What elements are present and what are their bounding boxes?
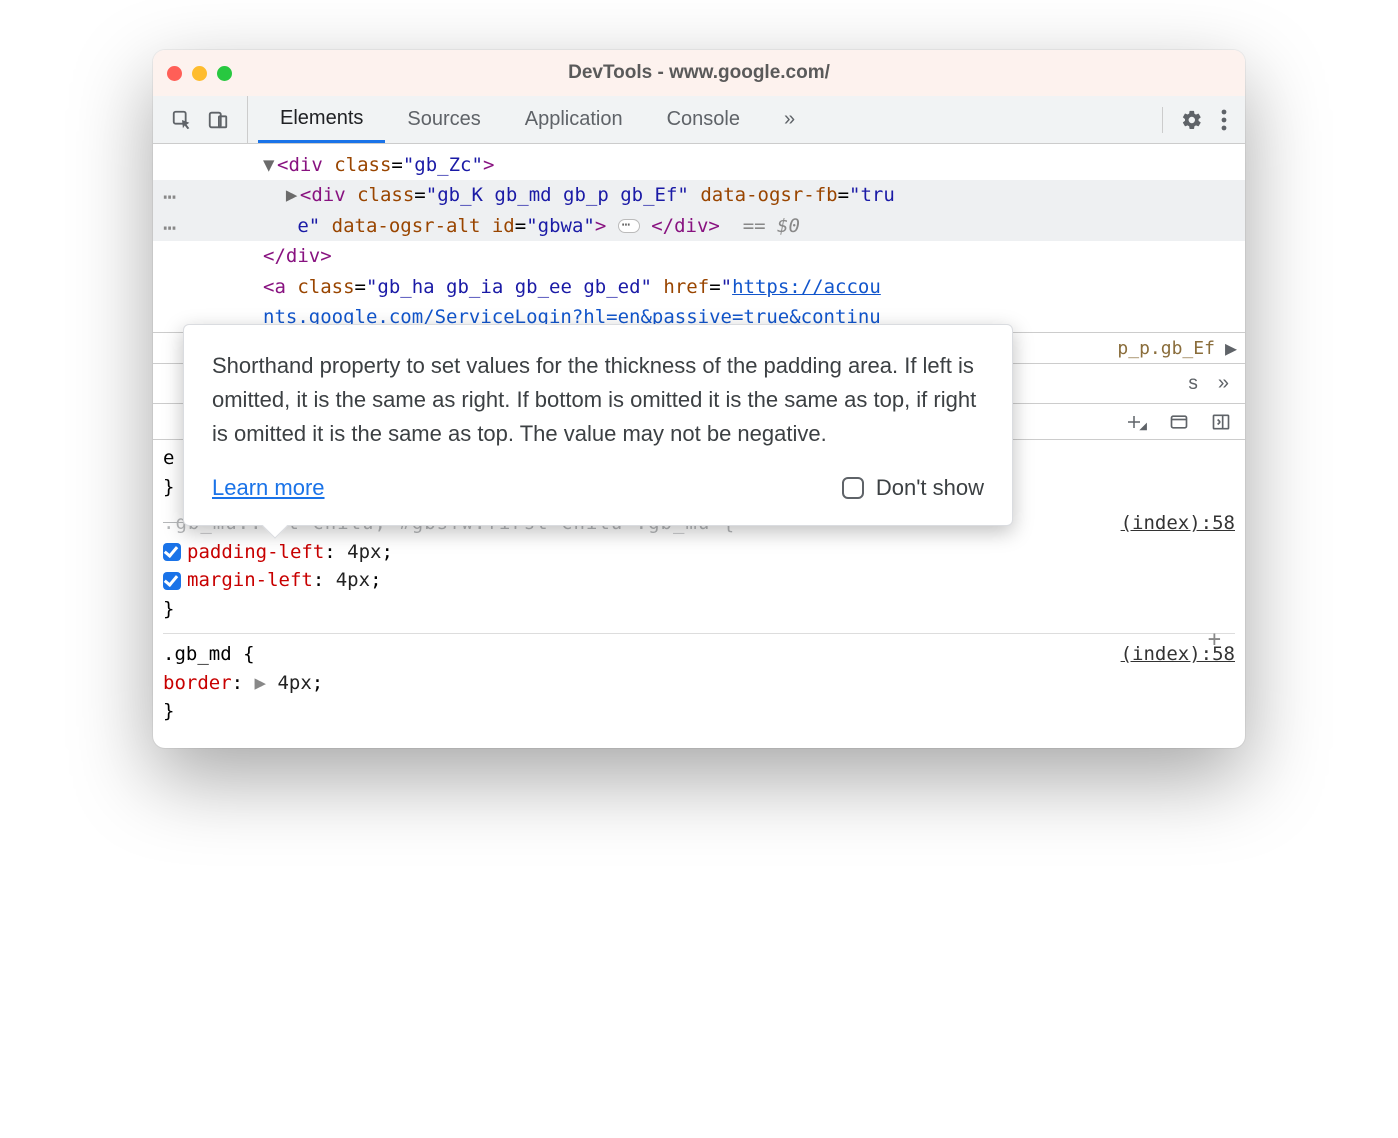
- traffic-lights: [167, 66, 232, 81]
- tab-sources[interactable]: Sources: [385, 96, 502, 143]
- devtools-window: DevTools - www.google.com/ Elements Sour…: [153, 50, 1245, 748]
- breadcrumb-item[interactable]: p_p.gb_Ef: [1117, 338, 1215, 359]
- dom-node-selected[interactable]: ▶<div class="gb_K gb_md gb_p gb_Ef" data…: [153, 180, 1245, 210]
- dont-show-label: Don't show: [876, 471, 984, 505]
- add-property-icon[interactable]: +: [1208, 623, 1221, 656]
- close-window-button[interactable]: [167, 66, 182, 81]
- tabs-overflow-icon[interactable]: »: [762, 96, 817, 143]
- breadcrumb-scroll-right-icon[interactable]: ▶: [1225, 336, 1237, 360]
- inspect-icon[interactable]: [171, 109, 193, 131]
- main-toolbar: Elements Sources Application Console »: [153, 96, 1245, 144]
- device-toggle-icon[interactable]: [207, 109, 229, 131]
- style-declaration[interactable]: margin-left: 4px;: [163, 566, 1235, 595]
- window-title: DevTools - www.google.com/: [153, 62, 1245, 84]
- toggle-sidebar-icon[interactable]: [1211, 412, 1231, 432]
- subtab-partial[interactable]: s: [1188, 373, 1198, 395]
- property-toggle-checkbox[interactable]: [163, 543, 181, 561]
- expand-shorthand-icon[interactable]: ▶: [255, 672, 266, 694]
- tab-elements[interactable]: Elements: [258, 96, 385, 143]
- titlebar: DevTools - www.google.com/: [153, 50, 1245, 96]
- style-brace: }: [163, 595, 1235, 624]
- style-brace: }: [163, 697, 1235, 726]
- style-rule[interactable]: (index):58 .gb_mu.. st chitu, #gbsfw.fir…: [163, 509, 1235, 623]
- divider: [1162, 107, 1163, 133]
- ellipsis-icon[interactable]: [618, 219, 640, 233]
- style-declaration[interactable]: padding-left: 4px;: [163, 538, 1235, 567]
- dom-node[interactable]: ▼<div class="gb_Zc">: [153, 150, 1245, 180]
- tab-application[interactable]: Application: [503, 96, 645, 143]
- style-source-link[interactable]: (index):58: [1121, 509, 1235, 538]
- computed-styles-icon[interactable]: [1169, 412, 1189, 432]
- learn-more-link[interactable]: Learn more: [212, 471, 325, 505]
- maximize-window-button[interactable]: [217, 66, 232, 81]
- panel-tabs: Elements Sources Application Console »: [248, 96, 1144, 143]
- tooltip-text: Shorthand property to set values for the…: [212, 349, 984, 451]
- style-rule[interactable]: (index):58 .gb_md { border: ▶ 4px; }: [163, 633, 1235, 726]
- css-property-tooltip: Shorthand property to set values for the…: [183, 324, 1013, 526]
- dont-show-toggle[interactable]: Don't show: [842, 471, 984, 505]
- gear-icon[interactable]: [1181, 109, 1203, 131]
- checkbox-icon[interactable]: [842, 477, 864, 499]
- minimize-window-button[interactable]: [192, 66, 207, 81]
- add-rule-icon[interactable]: ◢: [1125, 411, 1147, 432]
- tab-console[interactable]: Console: [645, 96, 762, 143]
- dom-node-selected-cont[interactable]: e" data-ogsr-alt id="gbwa"> </div> == $0: [153, 211, 1245, 241]
- dom-tree[interactable]: ▼<div class="gb_Zc"> ▶<div class="gb_K g…: [153, 144, 1245, 332]
- dom-node[interactable]: <a class="gb_ha gb_ia gb_ee gb_ed" href=…: [153, 272, 1245, 302]
- property-toggle-checkbox[interactable]: [163, 572, 181, 590]
- more-vert-icon[interactable]: [1221, 109, 1227, 131]
- style-declaration[interactable]: border: ▶ 4px;: [163, 669, 1235, 698]
- dom-node-close[interactable]: </div>: [153, 241, 1245, 271]
- subtabs-overflow-icon[interactable]: »: [1218, 372, 1229, 395]
- style-selector[interactable]: .gb_md {: [163, 640, 1235, 669]
